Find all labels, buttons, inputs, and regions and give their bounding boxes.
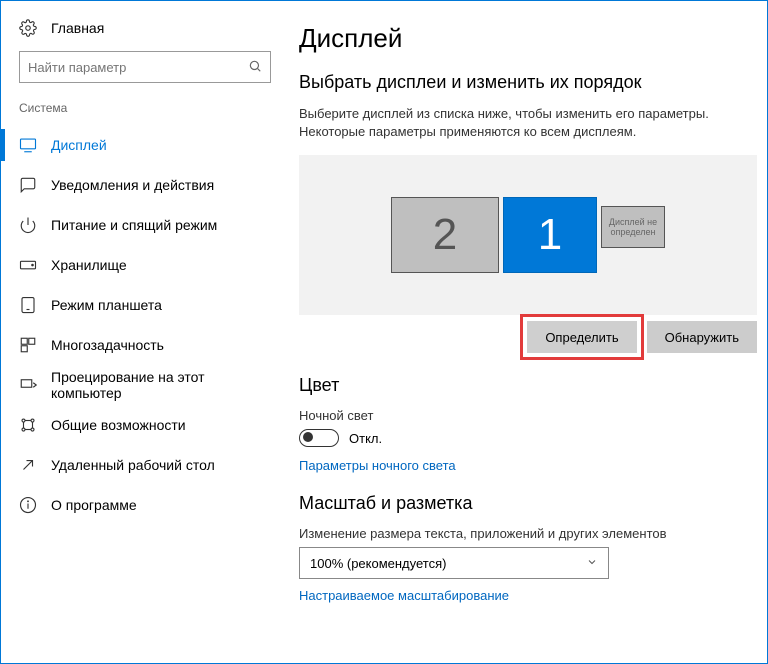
page-title: Дисплей — [299, 23, 757, 54]
multitask-icon — [19, 336, 37, 354]
info-icon — [19, 496, 37, 514]
sidebar-item-label: Режим планшета — [51, 297, 162, 313]
sidebar-item-storage[interactable]: Хранилище — [1, 245, 289, 285]
sidebar-item-label: Питание и спящий режим — [51, 217, 217, 233]
night-light-settings-link[interactable]: Параметры ночного света — [299, 458, 456, 473]
sidebar-item-label: Проецирование на этот компьютер — [51, 369, 271, 401]
detect-button[interactable]: Обнаружить — [647, 321, 757, 353]
sidebar-item-shared[interactable]: Общие возможности — [1, 405, 289, 445]
identify-button[interactable]: Определить — [527, 321, 636, 353]
toggle-state: Откл. — [349, 431, 382, 446]
sidebar-item-notifications[interactable]: Уведомления и действия — [1, 165, 289, 205]
sidebar-item-label: Общие возможности — [51, 417, 186, 433]
message-icon — [19, 176, 37, 194]
sidebar-item-remote[interactable]: Удаленный рабочий стол — [1, 445, 289, 485]
scale-label: Изменение размера текста, приложений и д… — [299, 526, 757, 541]
gear-icon — [19, 19, 37, 37]
main-content: Дисплей Выбрать дисплеи и изменить их по… — [289, 1, 767, 663]
sidebar-item-label: Уведомления и действия — [51, 177, 214, 193]
monitor-icon — [19, 136, 37, 154]
arrange-heading: Выбрать дисплеи и изменить их порядок — [299, 72, 757, 93]
color-heading: Цвет — [299, 375, 757, 396]
search-input[interactable] — [19, 51, 271, 83]
sidebar-item-about[interactable]: О программе — [1, 485, 289, 525]
project-icon — [19, 376, 37, 394]
sidebar-item-multitask[interactable]: Многозадачность — [1, 325, 289, 365]
home-button[interactable]: Главная — [1, 19, 289, 51]
monitor-1[interactable]: 1 — [503, 197, 597, 273]
sidebar-item-label: Хранилище — [51, 257, 127, 273]
home-label: Главная — [51, 20, 104, 36]
shared-icon — [19, 416, 37, 434]
scale-select[interactable]: 100% (рекомендуется) — [299, 547, 609, 579]
monitor-unknown[interactable]: Дисплей не определен — [601, 206, 665, 248]
scale-value: 100% (рекомендуется) — [310, 556, 446, 571]
night-light-toggle[interactable] — [299, 429, 339, 447]
tablet-icon — [19, 296, 37, 314]
search-field[interactable] — [28, 60, 248, 75]
sidebar-item-label: Удаленный рабочий стол — [51, 457, 215, 473]
search-icon — [248, 59, 262, 76]
sidebar-item-label: О программе — [51, 497, 137, 513]
sidebar-item-projecting[interactable]: Проецирование на этот компьютер — [1, 365, 289, 405]
chevron-down-icon — [586, 556, 598, 571]
sidebar-item-display[interactable]: Дисплей — [1, 125, 289, 165]
display-arrange-area[interactable]: 2 1 Дисплей не определен — [299, 155, 757, 315]
monitor-2[interactable]: 2 — [391, 197, 499, 273]
power-icon — [19, 216, 37, 234]
sidebar: Главная Система Дисплей Уведомления и де… — [1, 1, 289, 663]
night-light-label: Ночной свет — [299, 408, 757, 423]
section-label: Система — [1, 101, 289, 125]
arrange-description: Выберите дисплей из списка ниже, чтобы и… — [299, 105, 739, 141]
sidebar-item-power[interactable]: Питание и спящий режим — [1, 205, 289, 245]
sidebar-item-tablet[interactable]: Режим планшета — [1, 285, 289, 325]
sidebar-item-label: Многозадачность — [51, 337, 164, 353]
storage-icon — [19, 256, 37, 274]
remote-icon — [19, 456, 37, 474]
scale-heading: Масштаб и разметка — [299, 493, 757, 514]
sidebar-item-label: Дисплей — [51, 137, 107, 153]
custom-scale-link[interactable]: Настраиваемое масштабирование — [299, 588, 509, 603]
